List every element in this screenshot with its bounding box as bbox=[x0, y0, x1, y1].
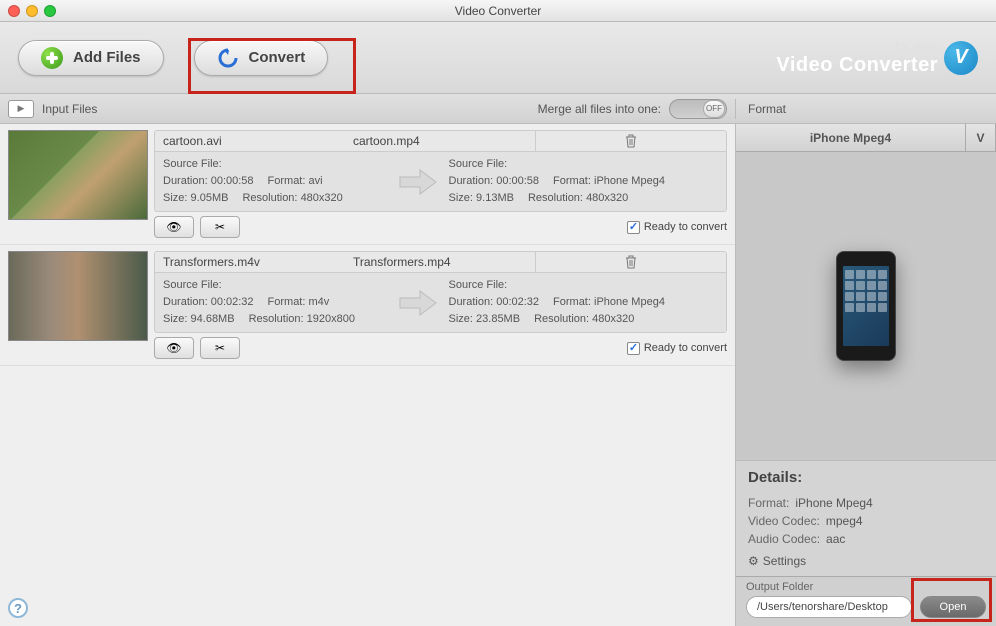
highlight-open bbox=[911, 578, 992, 622]
sub-header: ▶ Input Files Merge all files into one: … bbox=[0, 94, 996, 124]
brand-logo-icon: V bbox=[944, 41, 978, 75]
ready-label: Ready to convert bbox=[644, 221, 727, 233]
ready-checkbox[interactable] bbox=[627, 342, 640, 355]
play-icon[interactable]: ▶ bbox=[8, 100, 34, 118]
add-files-label: Add Files bbox=[73, 49, 141, 66]
format-panel-label: Format bbox=[748, 102, 786, 116]
spec-header: Source File: bbox=[163, 277, 433, 294]
preview-button[interactable]: 👁 bbox=[154, 337, 194, 359]
format-preview bbox=[736, 152, 996, 460]
ready-checkbox[interactable] bbox=[627, 221, 640, 234]
merge-label: Merge all files into one: bbox=[538, 102, 661, 116]
file-list: cartoon.avi cartoon.mp4 Source File: Dur… bbox=[0, 124, 736, 626]
add-files-button[interactable]: Add Files bbox=[18, 40, 164, 76]
spec-header: Source File: bbox=[449, 277, 719, 294]
ready-label: Ready to convert bbox=[644, 342, 727, 354]
highlight-convert bbox=[188, 38, 356, 94]
delete-button[interactable] bbox=[535, 130, 726, 152]
window-title: Video Converter bbox=[0, 4, 996, 18]
titlebar: Video Converter bbox=[0, 0, 996, 22]
format-tab-small[interactable]: V bbox=[966, 124, 996, 151]
file-item: cartoon.avi cartoon.mp4 Source File: Dur… bbox=[0, 124, 735, 245]
trash-icon bbox=[625, 255, 637, 269]
input-files-label: Input Files bbox=[42, 102, 97, 116]
plus-icon bbox=[41, 47, 63, 69]
details-heading: Details: bbox=[748, 469, 984, 486]
gear-icon: ⚙ bbox=[748, 554, 759, 568]
arrow-right-icon bbox=[398, 167, 438, 197]
format-tabs: iPhone Mpeg4 V bbox=[736, 124, 996, 152]
settings-button[interactable]: ⚙ Settings bbox=[748, 554, 984, 568]
dest-filename: cartoon.mp4 bbox=[345, 134, 535, 148]
arrow-right-icon bbox=[398, 288, 438, 318]
output-path-field[interactable]: /Users/tenorshare/Desktop bbox=[746, 596, 912, 618]
scissors-icon: ✂ bbox=[215, 220, 225, 234]
help-button[interactable]: ? bbox=[8, 598, 28, 618]
edit-button[interactable]: ✂ bbox=[200, 337, 240, 359]
format-sidebar: iPhone Mpeg4 V Details: Format:iPhone Mp… bbox=[736, 124, 996, 626]
main-area: cartoon.avi cartoon.mp4 Source File: Dur… bbox=[0, 124, 996, 626]
edit-button[interactable]: ✂ bbox=[200, 216, 240, 238]
scissors-icon: ✂ bbox=[215, 341, 225, 355]
format-tab-main[interactable]: iPhone Mpeg4 bbox=[736, 124, 966, 151]
video-thumbnail[interactable] bbox=[8, 130, 148, 220]
spec-header: Source File: bbox=[163, 156, 433, 173]
merge-switch[interactable]: OFF bbox=[669, 99, 727, 119]
eye-icon: 👁 bbox=[166, 341, 181, 355]
toolbar: Add Files Convert for mac Video Converte… bbox=[0, 22, 996, 94]
filename-row: Transformers.m4v Transformers.mp4 bbox=[154, 251, 727, 273]
iphone-icon bbox=[836, 251, 896, 361]
spec-header: Source File: bbox=[449, 156, 719, 173]
preview-button[interactable]: 👁 bbox=[154, 216, 194, 238]
brand: for mac Video Converter V bbox=[776, 39, 978, 77]
file-item: Transformers.m4v Transformers.mp4 Source… bbox=[0, 245, 735, 366]
brand-line2: Video Converter bbox=[776, 54, 938, 77]
delete-button[interactable] bbox=[535, 251, 726, 273]
source-filename: Transformers.m4v bbox=[155, 255, 345, 269]
brand-line1: for mac bbox=[776, 39, 938, 54]
question-icon: ? bbox=[14, 601, 22, 616]
dest-filename: Transformers.mp4 bbox=[345, 255, 535, 269]
filename-row: cartoon.avi cartoon.mp4 bbox=[154, 130, 727, 152]
video-thumbnail[interactable] bbox=[8, 251, 148, 341]
trash-icon bbox=[625, 134, 637, 148]
eye-icon: 👁 bbox=[166, 220, 181, 234]
source-filename: cartoon.avi bbox=[155, 134, 345, 148]
format-details: Details: Format:iPhone Mpeg4 Video Codec… bbox=[736, 460, 996, 576]
